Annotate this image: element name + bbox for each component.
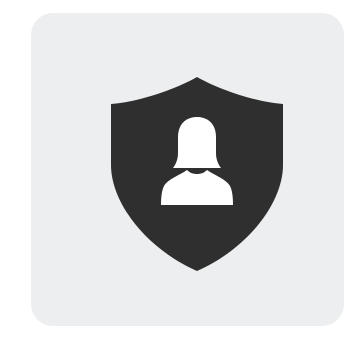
shield-user-icon xyxy=(0,0,344,340)
